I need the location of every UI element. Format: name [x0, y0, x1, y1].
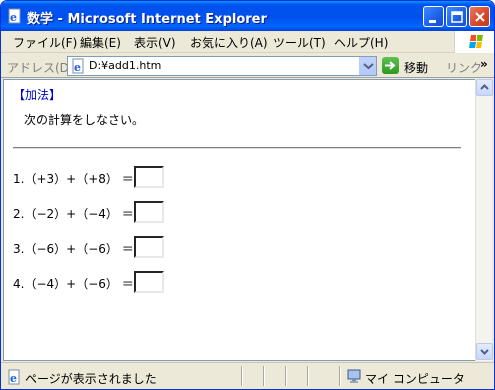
status-divider	[263, 366, 265, 386]
address-label: アドレス(D)	[7, 61, 74, 75]
svg-text:e: e	[74, 61, 81, 74]
status-text: ページが表示されました	[25, 372, 157, 386]
address-bar: アドレス(D) e D:¥add1.htm 移動 リンク »	[1, 54, 494, 78]
page-done-icon: e	[8, 369, 20, 385]
chevron-up-icon	[480, 84, 489, 90]
answer-input[interactable]	[134, 271, 164, 293]
ie-page-icon: e	[8, 8, 21, 24]
my-computer-icon	[347, 369, 361, 383]
menu-help[interactable]: ヘルプ(H)	[334, 34, 388, 51]
problem-text: 4.（−4）+（−6） ＝	[13, 277, 134, 291]
problem-text: 3.（−6）+（−6） ＝	[13, 242, 134, 256]
status-divider	[241, 366, 243, 386]
status-divider	[307, 366, 309, 386]
address-dropdown-button[interactable]	[359, 57, 376, 75]
answer-input[interactable]	[134, 236, 164, 258]
windows-logo	[454, 31, 494, 53]
section-title: 【加法】	[13, 88, 62, 102]
minimize-icon	[429, 20, 436, 23]
address-input[interactable]: e D:¥add1.htm	[67, 56, 377, 76]
scroll-up-button[interactable]	[476, 79, 493, 96]
problem-text: 2.（−2）+（−4） ＝	[13, 207, 134, 221]
address-value: D:¥add1.htm	[89, 59, 162, 72]
problem-text: 1.（+3）+（+8） ＝	[13, 172, 134, 186]
status-divider	[339, 366, 341, 386]
menu-tools[interactable]: ツール(T)	[273, 34, 326, 51]
menu-view[interactable]: 表示(V)	[134, 34, 176, 51]
menu-favorites[interactable]: お気に入り(A)	[190, 34, 268, 51]
security-zone: マイ コンピュータ	[365, 372, 465, 386]
go-button[interactable]: 移動	[382, 57, 442, 75]
scroll-down-button[interactable]	[476, 343, 493, 360]
chevron-down-icon	[480, 349, 489, 355]
chevron-down-icon	[363, 63, 374, 70]
svg-text:e: e	[10, 11, 17, 24]
maximize-button[interactable]	[446, 6, 467, 27]
go-label: 移動	[404, 61, 429, 75]
links-more-button[interactable]: »	[480, 57, 488, 71]
menu-edit[interactable]: 編集(E)	[80, 34, 121, 51]
status-bar: e ページが表示されました マイ コンピュータ	[1, 362, 494, 389]
answer-input[interactable]	[134, 166, 164, 188]
maximize-icon	[451, 11, 463, 23]
page-content: 【加法】 次の計算をしなさい。 1.（+3）+（+8） ＝ 2.（−2）+（−4…	[3, 79, 476, 361]
links-button[interactable]: リンク	[446, 59, 482, 76]
status-divider	[285, 366, 287, 386]
go-arrow-icon	[382, 57, 399, 74]
window-title: 数学 - Microsoft Internet Explorer	[27, 12, 267, 27]
ie-window: e 数学 - Microsoft Internet Explorer ファイル(…	[0, 0, 495, 390]
instruction-text: 次の計算をしなさい。	[24, 113, 145, 127]
close-button[interactable]	[469, 6, 490, 27]
windows-flag-icon	[469, 35, 483, 48]
menu-bar: ファイル(F) 編集(E) 表示(V) お気に入り(A) ツール(T) ヘルプ(…	[1, 31, 494, 53]
minimize-button[interactable]	[423, 6, 444, 27]
vertical-scrollbar[interactable]	[475, 79, 493, 361]
svg-text:e: e	[10, 372, 17, 385]
title-bar[interactable]: e 数学 - Microsoft Internet Explorer	[1, 1, 494, 31]
horizontal-rule	[13, 147, 461, 149]
close-icon	[475, 12, 485, 22]
page-icon: e	[72, 58, 84, 74]
menu-file[interactable]: ファイル(F)	[13, 34, 77, 51]
answer-input[interactable]	[134, 201, 164, 223]
